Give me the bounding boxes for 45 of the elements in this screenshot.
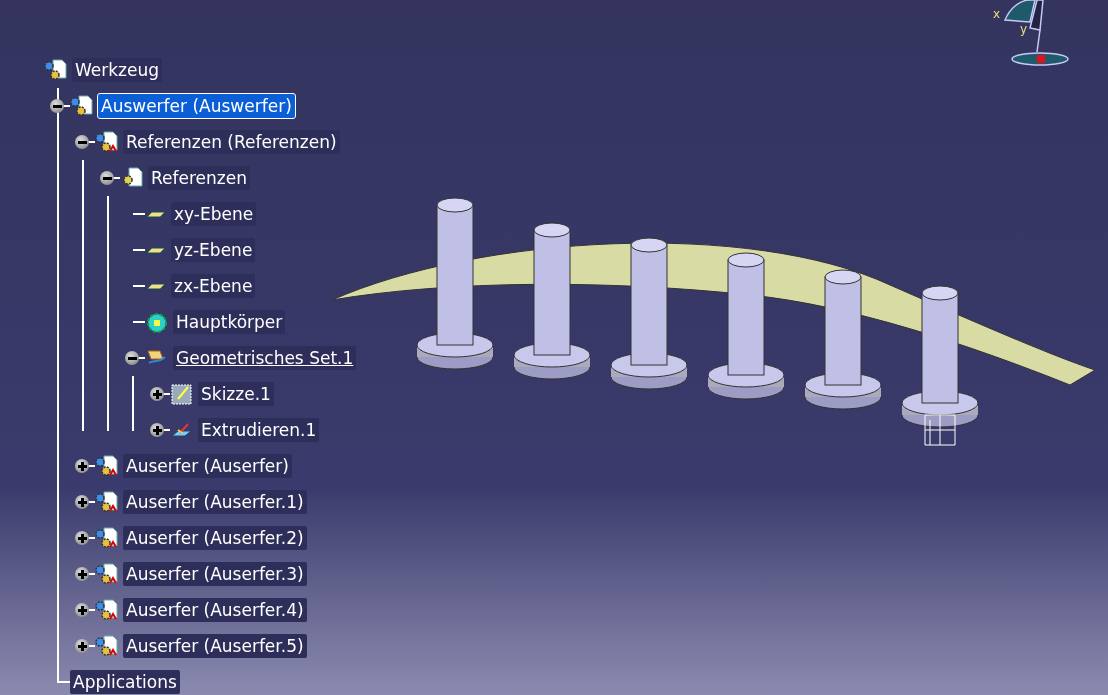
collapse-toggle[interactable] xyxy=(75,135,89,149)
tree-item-label[interactable]: Auserfer (Auserfer) xyxy=(123,454,292,478)
component-icon xyxy=(95,491,119,513)
tree-item-label[interactable]: yz-Ebene xyxy=(171,238,256,262)
plane-icon xyxy=(145,281,167,291)
tree-item-label[interactable]: Extrudieren.1 xyxy=(198,418,320,442)
expand-toggle[interactable] xyxy=(75,603,89,617)
expand-toggle[interactable] xyxy=(75,639,89,653)
expand-toggle[interactable] xyxy=(75,495,89,509)
tree-item-label[interactable]: Auserfer (Auserfer.1) xyxy=(123,490,307,514)
component-icon xyxy=(95,527,119,549)
tree-item-label[interactable]: zx-Ebene xyxy=(171,274,256,298)
tree-item-label[interactable]: Skizze.1 xyxy=(198,382,274,406)
expand-toggle[interactable] xyxy=(150,423,164,437)
tree-item-label[interactable]: Geometrisches Set.1 xyxy=(173,346,357,370)
component-icon xyxy=(95,563,119,585)
collapse-toggle[interactable] xyxy=(50,99,64,113)
tree-item-label[interactable]: Auserfer (Auserfer.3) xyxy=(123,562,307,586)
plane-icon xyxy=(145,209,167,219)
expand-toggle[interactable] xyxy=(150,387,164,401)
expand-toggle[interactable] xyxy=(75,531,89,545)
component-icon xyxy=(95,131,119,153)
tree-item-label[interactable]: Auserfer (Auserfer.2) xyxy=(123,526,307,550)
expand-toggle[interactable] xyxy=(75,567,89,581)
tree-item-label[interactable]: Referenzen (Referenzen) xyxy=(123,130,340,154)
axis-label: y xyxy=(1020,22,1028,36)
collapse-toggle[interactable] xyxy=(100,171,114,185)
tree-item-label[interactable]: Referenzen xyxy=(148,166,250,190)
product-icon xyxy=(70,95,94,117)
component-icon xyxy=(95,635,119,657)
collapse-toggle[interactable] xyxy=(125,351,139,365)
tree-item-label[interactable]: Applications xyxy=(70,670,180,694)
axis-label: x xyxy=(993,7,1001,21)
tree-item-label[interactable]: Hauptkörper xyxy=(173,310,286,334)
tree-item-label[interactable]: Auserfer (Auserfer.4) xyxy=(123,598,307,622)
body-icon xyxy=(145,311,169,333)
expand-toggle[interactable] xyxy=(75,459,89,473)
product-icon xyxy=(44,59,68,81)
tree-item-label[interactable]: Auswerfer (Auswerfer) xyxy=(98,94,295,118)
component-icon xyxy=(95,455,119,477)
component-icon xyxy=(95,599,119,621)
tree-item-label[interactable]: Werkzeug xyxy=(72,58,163,82)
tree-item-label[interactable]: Auserfer (Auserfer.5) xyxy=(123,634,307,658)
tree-item-label[interactable]: xy-Ebene xyxy=(171,202,257,226)
plane-icon xyxy=(145,245,167,255)
